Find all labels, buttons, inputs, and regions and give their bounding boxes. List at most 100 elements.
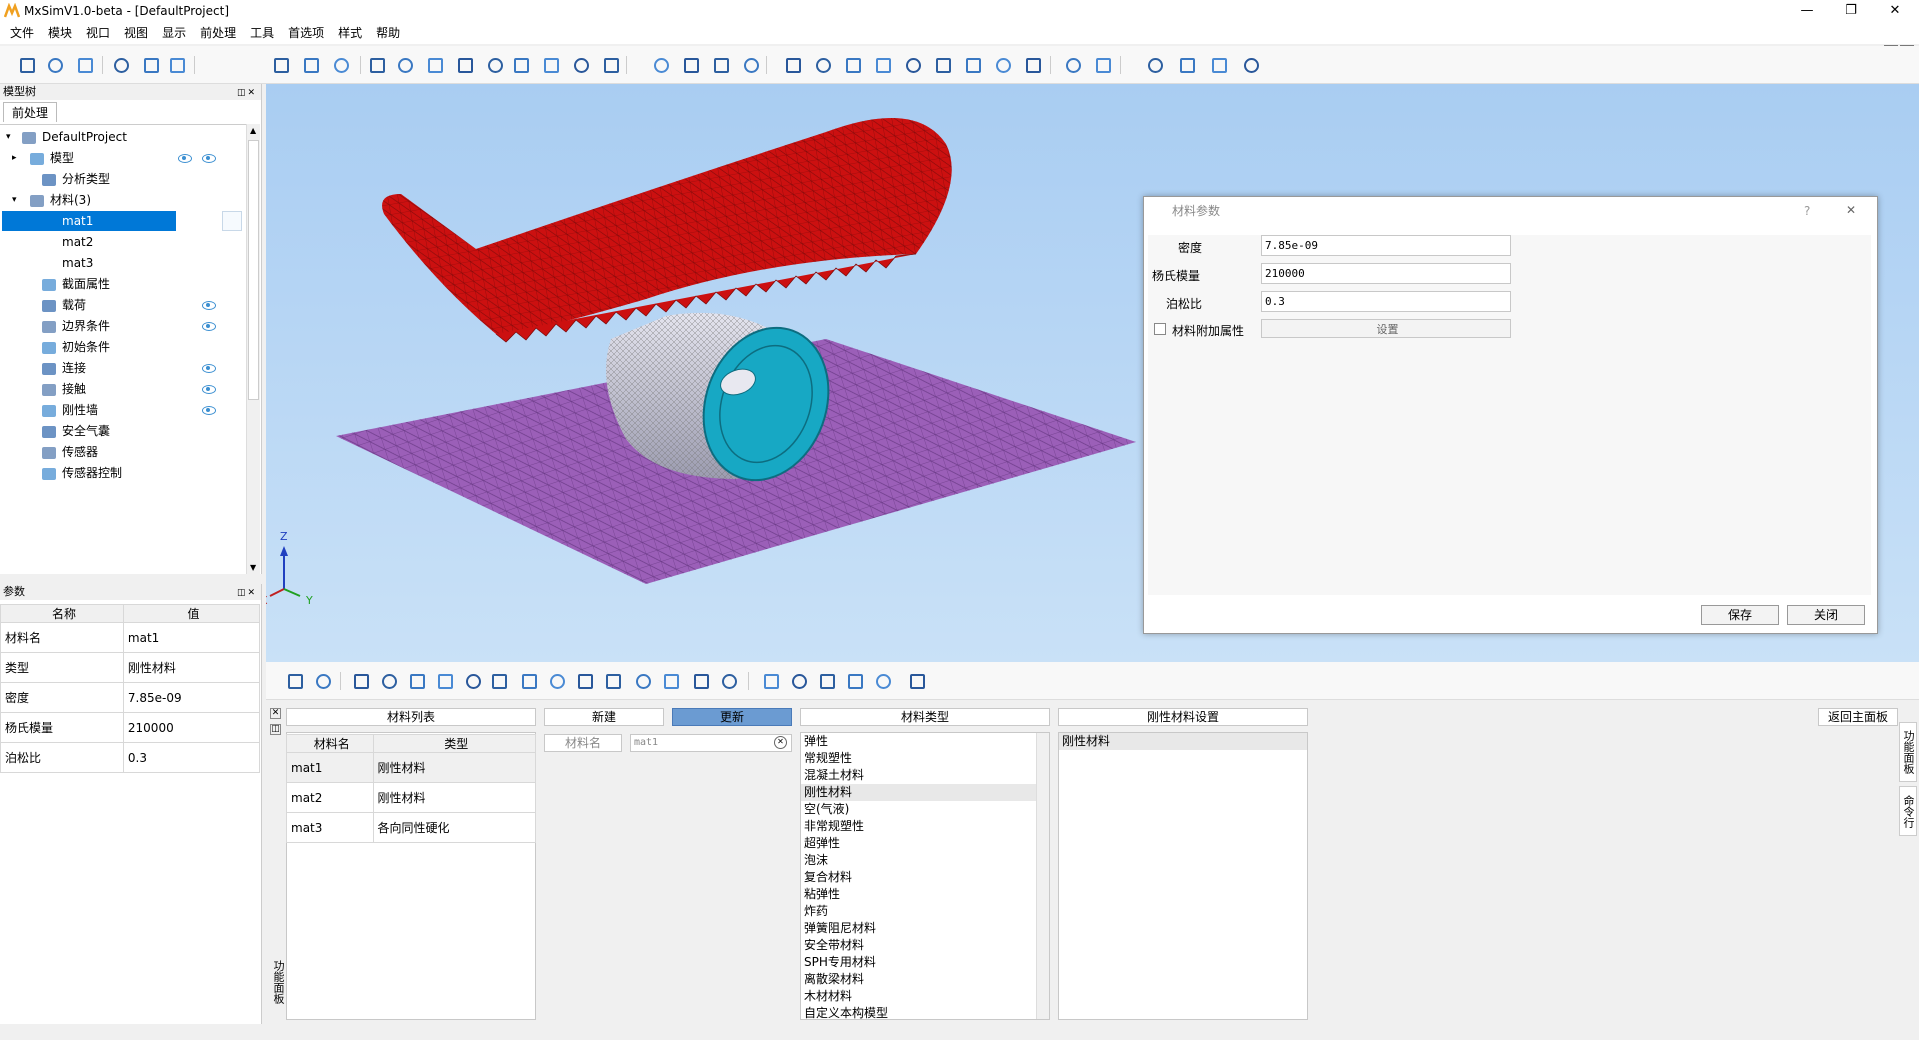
view-bottom-icon[interactable] — [932, 54, 954, 76]
list-item[interactable]: SPH专用材料 — [801, 954, 1049, 971]
tag-icon[interactable] — [1240, 54, 1262, 76]
fit-view-icon[interactable] — [366, 54, 388, 76]
warning-icon[interactable] — [1144, 54, 1166, 76]
type-list-scrollbar[interactable] — [1036, 733, 1049, 1019]
wireframe-icon[interactable] — [740, 54, 762, 76]
coordinate-icon[interactable] — [844, 670, 866, 692]
tree-scrollbar[interactable]: ▲ ▼ — [246, 124, 260, 574]
tab-preprocess[interactable]: 前处理 — [3, 102, 58, 122]
control-icon[interactable] — [718, 670, 740, 692]
density-input[interactable]: 7.85e-09 — [1261, 235, 1511, 256]
table-row[interactable]: 泊松比 0.3 — [0, 742, 261, 773]
menu-preferences[interactable]: 首选项 — [281, 22, 331, 44]
sensor-icon[interactable] — [660, 670, 682, 692]
expand-arrow-icon[interactable]: ▾ — [6, 127, 11, 147]
rigid-wall-icon[interactable] — [602, 670, 624, 692]
probe-icon[interactable] — [1022, 54, 1044, 76]
selection-box-icon[interactable] — [1176, 54, 1198, 76]
airbag-icon[interactable] — [632, 670, 654, 692]
material-icon[interactable] — [350, 670, 372, 692]
view-left-icon[interactable] — [842, 54, 864, 76]
view-back-icon[interactable] — [812, 54, 834, 76]
tree-item-section[interactable]: 截面属性 — [42, 274, 110, 294]
layout-icon[interactable] — [1062, 54, 1084, 76]
tree-item-mat3[interactable]: mat3 — [62, 253, 93, 273]
menu-file[interactable]: 文件 — [3, 22, 41, 44]
item-edit-box[interactable] — [222, 211, 242, 231]
window-icon[interactable] — [1092, 54, 1114, 76]
poisson-ratio-input[interactable]: 0.3 — [1261, 291, 1511, 312]
contact-icon[interactable] — [574, 670, 596, 692]
expand-arrow-icon[interactable]: ▾ — [12, 190, 17, 210]
mesh-view-icon[interactable] — [680, 54, 702, 76]
rotate-90-icon[interactable] — [484, 54, 506, 76]
zoom-in-icon[interactable] — [570, 54, 592, 76]
tree-item-rigid-wall[interactable]: 刚性墙 — [42, 400, 98, 420]
connection-icon[interactable] — [546, 670, 568, 692]
view-top-icon[interactable] — [902, 54, 924, 76]
youngs-modulus-input[interactable]: 210000 — [1261, 263, 1511, 284]
tree-item-contact[interactable]: 接触 — [42, 379, 86, 399]
list-item[interactable]: 混凝土材料 — [801, 767, 1049, 784]
part-icon[interactable] — [284, 670, 306, 692]
list-item[interactable]: 刚性材料 — [801, 784, 1049, 801]
list-item[interactable]: 弹簧阻尼材料 — [801, 920, 1049, 937]
dialog-close-icon[interactable]: ✕ — [1846, 203, 1856, 217]
section-icon[interactable] — [378, 670, 400, 692]
table-row[interactable]: 材料名 mat1 — [0, 622, 261, 653]
clear-input-icon[interactable]: ✕ — [774, 736, 787, 749]
menu-viewport[interactable]: 视口 — [79, 22, 117, 44]
table-row[interactable]: mat1 刚性材料 — [286, 752, 537, 783]
visibility-eye-icon[interactable] — [202, 364, 216, 373]
visibility-eye-icon[interactable] — [202, 322, 216, 331]
select-icon[interactable] — [300, 54, 322, 76]
side-tab-function-panel[interactable]: 功能面板 — [1899, 722, 1917, 782]
visibility-eye-icon[interactable] — [202, 385, 216, 394]
tree-item-sensor-control[interactable]: 传感器控制 — [42, 463, 122, 483]
list-item[interactable]: 安全带材料 — [801, 937, 1049, 954]
solid-view-icon[interactable] — [650, 54, 672, 76]
save-button[interactable]: 保存 — [1701, 605, 1779, 625]
new-button[interactable]: 新建 — [544, 708, 664, 726]
panel-float-icon[interactable]: ◫ — [270, 724, 281, 735]
group-icon[interactable] — [434, 670, 456, 692]
settings-icon[interactable] — [270, 54, 292, 76]
tree-item-model[interactable]: 模型 — [30, 148, 74, 168]
visibility-eye-icon[interactable] — [178, 154, 192, 163]
gear-icon[interactable] — [760, 670, 782, 692]
tree-item-loads[interactable]: 载荷 — [42, 295, 86, 315]
panel-float-close-icon[interactable]: ◫✕ — [237, 585, 257, 601]
visibility-eye-icon[interactable] — [202, 406, 216, 415]
list-item[interactable]: 弹性 — [801, 733, 1049, 750]
tree-item-connection[interactable]: 连接 — [42, 358, 86, 378]
menu-style[interactable]: 样式 — [331, 22, 369, 44]
save-icon[interactable] — [74, 54, 96, 76]
list-item[interactable]: 自定义本构模型 — [801, 1005, 1049, 1019]
list-item[interactable]: 粘弹性 — [801, 886, 1049, 903]
project-root[interactable]: DefaultProject — [22, 127, 127, 147]
new-file-icon[interactable] — [16, 54, 38, 76]
reset-view-icon[interactable] — [540, 54, 562, 76]
panel-float-close-icon[interactable]: ◫✕ — [237, 85, 257, 101]
close-dialog-button[interactable]: 关闭 — [1787, 605, 1865, 625]
export-icon[interactable] — [140, 54, 162, 76]
list-item[interactable]: 空(气液) — [801, 801, 1049, 818]
plane-icon[interactable] — [872, 670, 894, 692]
restart-icon[interactable] — [906, 670, 928, 692]
maximize-button[interactable]: ❐ — [1834, 0, 1868, 22]
menu-help[interactable]: 帮助 — [369, 22, 407, 44]
table-row[interactable]: mat3 各向同性硬化 — [286, 812, 537, 843]
table-row[interactable]: mat2 刚性材料 — [286, 782, 537, 813]
open-file-icon[interactable] — [44, 54, 66, 76]
output-icon[interactable] — [690, 670, 712, 692]
menu-preprocess[interactable]: 前处理 — [193, 22, 243, 44]
list-item[interactable]: 复合材料 — [801, 869, 1049, 886]
visibility-eye-icon[interactable] — [202, 301, 216, 310]
curve-icon[interactable] — [816, 670, 838, 692]
return-main-panel-button[interactable]: 返回主面板 — [1818, 708, 1898, 726]
settings-button[interactable]: 设置 — [1261, 319, 1511, 338]
tree-item-mat1[interactable]: mat1 — [62, 211, 93, 231]
view-front-icon[interactable] — [782, 54, 804, 76]
center-icon[interactable] — [394, 54, 416, 76]
material-name-input[interactable]: mat1 — [630, 734, 792, 752]
